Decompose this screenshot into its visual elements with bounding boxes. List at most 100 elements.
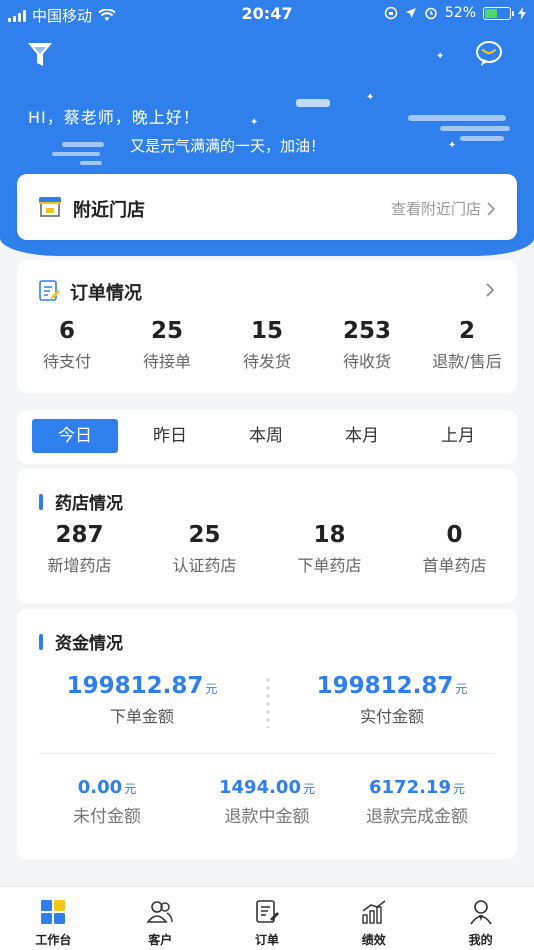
tab-profile[interactable]: 我的: [427, 887, 534, 950]
tab-today[interactable]: 今日: [32, 419, 118, 453]
funds-card: 资金情况 199812.87 元 下单金额 199812.87 元 实付金额 0.0…: [17, 609, 517, 859]
stat-value: 18: [313, 522, 346, 548]
pharmacy-stat[interactable]: 25 认证药店: [142, 521, 267, 576]
star-decoration: ✦: [448, 140, 457, 151]
funds-title: 资金情况: [39, 629, 123, 654]
tab-orders[interactable]: 订单: [214, 887, 321, 950]
pharmacy-stat[interactable]: 287 新增药店: [17, 521, 142, 576]
order-stats: 6 待支付 25 待接单 15 待发货 253 待收货 2 退款/售后: [17, 317, 517, 372]
amount-number: 199812.87: [316, 673, 454, 699]
amount-number: 0.00: [77, 777, 123, 798]
stat-label: 认证药店: [172, 556, 237, 575]
nearby-title: 附近门店: [73, 200, 145, 221]
subtitle-text: 又是元气满满的一天，加油！: [130, 137, 326, 155]
pharmacy-title: 药店情况: [39, 489, 123, 514]
orders-card: 订单情况 6 待支付 25 待接单 15 待发货 253 待收货 2 退款/售后: [17, 260, 517, 393]
stat-value: 25: [188, 522, 221, 548]
title-accent-bar: [39, 633, 43, 650]
view-nearby-link[interactable]: 查看附近门店: [391, 198, 495, 219]
tab-label: 客户: [148, 933, 173, 947]
alarm-icon: [425, 7, 437, 20]
user-icon: [469, 900, 492, 925]
divider-dots: [266, 676, 270, 728]
tab-label: 订单: [254, 933, 279, 947]
stat-label: 待接单: [142, 352, 191, 371]
cloud-decoration: [440, 126, 510, 131]
stat-value: 253: [342, 318, 391, 344]
amount-number: 1494.00: [219, 777, 301, 798]
stat-label: 首单药店: [422, 556, 487, 575]
order-icon: [256, 900, 279, 923]
order-amount-value: 199812.87 元: [42, 673, 242, 699]
pharmacy-stat[interactable]: 0 首单药店: [392, 521, 517, 576]
order-stat[interactable]: 15 待发货: [217, 317, 317, 372]
amount-unit: 元: [455, 682, 468, 696]
stat-value: 287: [55, 522, 104, 548]
refunding-amount-value: 1494.00 元: [187, 777, 347, 798]
pharmacy-title-text: 药店情况: [55, 494, 123, 514]
stat-value: 6: [58, 318, 75, 344]
amount-number: 199812.87: [66, 673, 204, 699]
stat-value: 15: [250, 318, 283, 344]
charging-icon: [518, 6, 526, 20]
chevron-right-icon: [487, 201, 495, 216]
pharmacy-stat[interactable]: 18 下单药店: [267, 521, 392, 576]
tab-performance[interactable]: 绩效: [320, 887, 427, 950]
cloud-decoration: [296, 99, 330, 107]
cloud-decoration: [52, 152, 100, 156]
tab-customers[interactable]: 客户: [107, 887, 214, 950]
cloud-decoration: [62, 142, 104, 147]
stat-value: 2: [458, 318, 475, 344]
refunded-amount-label: 退款完成金额: [366, 807, 468, 827]
amount-unit: 元: [124, 782, 137, 796]
cloud-decoration: [80, 161, 102, 165]
refunding-amount-label: 退款中金额: [224, 807, 310, 827]
amount-unit: 元: [452, 782, 465, 796]
order-stat[interactable]: 6 待支付: [17, 317, 117, 372]
refunded-amount: 6172.19 元 退款完成金额: [337, 777, 497, 827]
orders-title: 订单情况: [70, 283, 142, 304]
battery-icon: [483, 6, 514, 20]
unpaid-amount-label: 未付金额: [73, 807, 141, 827]
tab-last-month[interactable]: 上月: [415, 419, 501, 453]
cloud-decoration: [460, 136, 504, 141]
stat-label: 退款/售后: [432, 352, 502, 371]
tab-yesterday[interactable]: 昨日: [127, 419, 213, 453]
store-icon: [39, 197, 61, 217]
status-icons: 52%: [384, 5, 526, 21]
pharmacy-stats: 287 新增药店 25 认证药店 18 下单药店 0 首单药店: [17, 521, 517, 576]
amount-number: 6172.19: [369, 777, 451, 798]
greeting-text: HI，蔡老师，晚上好！: [28, 108, 200, 127]
bar-chart-icon: [362, 900, 386, 924]
paid-amount: 199812.87 元 实付金额: [292, 673, 492, 727]
tab-workbench[interactable]: 工作台: [0, 887, 107, 950]
chevron-right-icon[interactable]: [485, 282, 495, 298]
order-stat[interactable]: 25 待接单: [117, 317, 217, 372]
stat-label: 新增药店: [47, 556, 112, 575]
order-amount: 199812.87 元 下单金额: [42, 673, 242, 727]
status-bar: 中国移动 20:47 52%: [0, 0, 534, 28]
order-stat[interactable]: 2 退款/售后: [417, 317, 517, 372]
tab-this-week[interactable]: 本周: [223, 419, 309, 453]
nearby-stores-card[interactable]: 附近门店 查看附近门店: [17, 174, 517, 240]
star-decoration: ✦: [250, 117, 259, 128]
message-icon[interactable]: [474, 40, 504, 68]
order-stat[interactable]: 253 待收货: [317, 317, 417, 372]
location-icon: [405, 8, 416, 18]
logo-icon: [28, 43, 52, 66]
stat-value: 25: [150, 318, 183, 344]
stat-label: 待发货: [242, 352, 291, 371]
battery-percent: 52%: [444, 5, 476, 21]
star-decoration: ✦: [436, 51, 445, 62]
stat-label: 待收货: [342, 352, 391, 371]
paid-amount-value: 199812.87 元: [292, 673, 492, 699]
tab-this-month[interactable]: 本月: [319, 419, 405, 453]
amount-unit: 元: [205, 682, 218, 696]
unpaid-amount: 0.00 元 未付金额: [27, 777, 187, 827]
tab-label: 工作台: [35, 933, 72, 947]
unpaid-amount-value: 0.00 元: [27, 777, 187, 798]
pharmacy-card: 药店情况 287 新增药店 25 认证药店 18 下单药店 0 首单药店: [17, 469, 517, 603]
stat-label: 待支付: [42, 352, 91, 371]
period-tabs: 今日 昨日 本周 本月 上月: [17, 410, 517, 464]
stat-value: 0: [446, 522, 463, 548]
